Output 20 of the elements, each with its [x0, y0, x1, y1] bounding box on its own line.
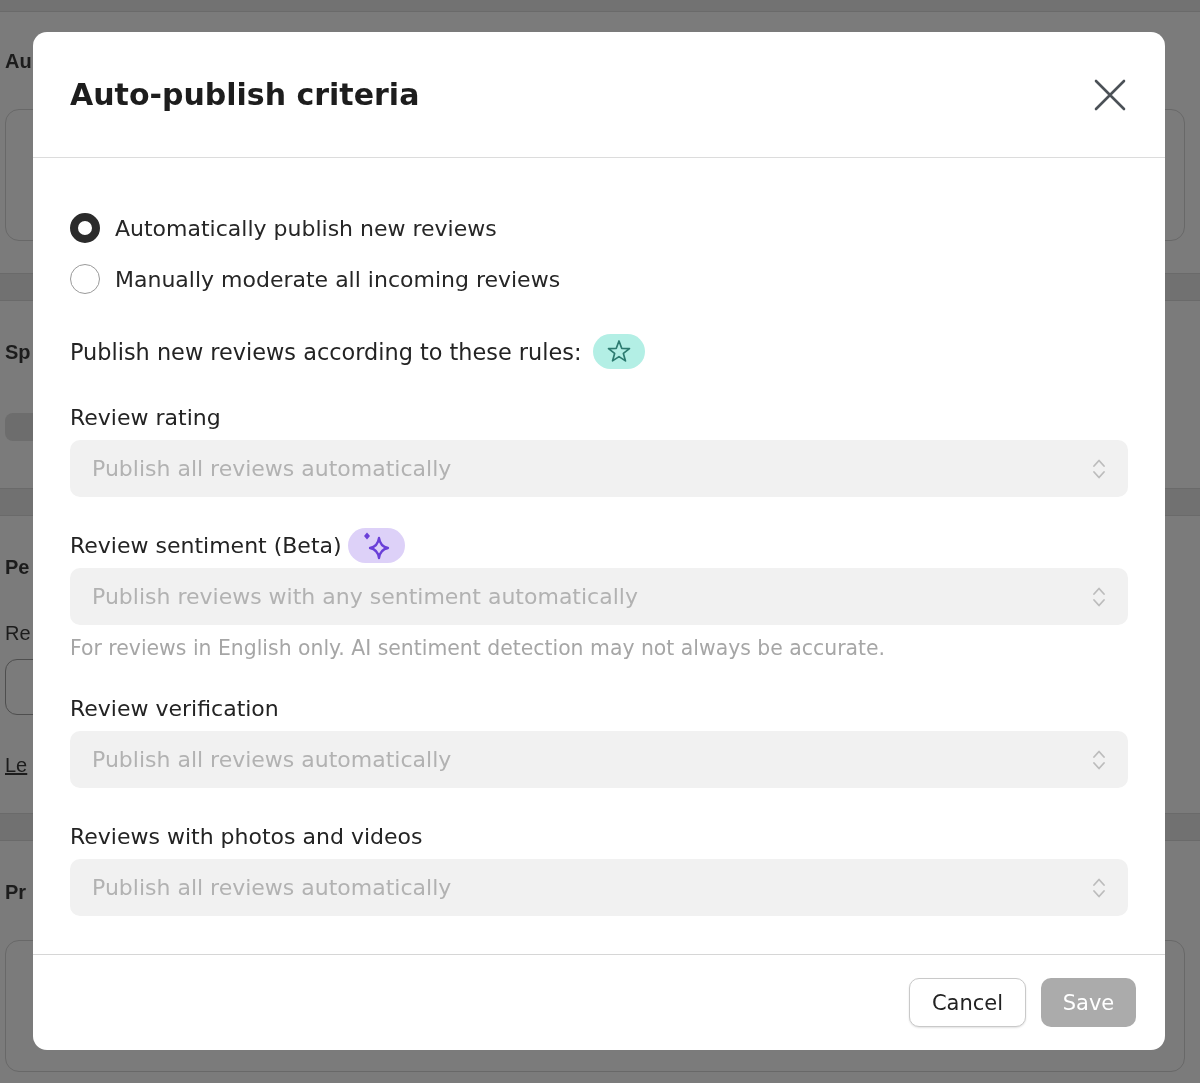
sparkle-icon — [347, 528, 405, 563]
rules-heading: Publish new reviews according to these rules: — [70, 338, 582, 365]
cancel-button[interactable]: Cancel — [909, 978, 1026, 1027]
radio-option[interactable]: Manually moderate all incoming reviews — [70, 264, 561, 294]
link[interactable]: Le — [5, 752, 28, 778]
field-label: Review verification — [70, 696, 279, 721]
field-label: Reviews with photos and videos — [70, 824, 423, 849]
radio-option[interactable]: Automatically publish new reviews — [70, 213, 497, 243]
help-text: For reviews in English only. AI sentiment detection may not always be accurate. — [70, 636, 887, 660]
radio-button[interactable] — [70, 264, 100, 294]
radio-button[interactable] — [70, 213, 100, 243]
close-icon[interactable] — [1094, 78, 1126, 111]
section-heading: Pe — [5, 555, 30, 580]
field-label: Review sentiment (Beta) — [70, 533, 342, 558]
field-label: Re — [5, 621, 31, 646]
section-heading: Pr — [5, 880, 27, 905]
field-label: Review rating — [70, 405, 221, 430]
section-heading: Sp — [5, 340, 31, 365]
dialog-title: Auto-publish criteria — [70, 75, 420, 114]
section-heading: Au — [5, 49, 32, 74]
